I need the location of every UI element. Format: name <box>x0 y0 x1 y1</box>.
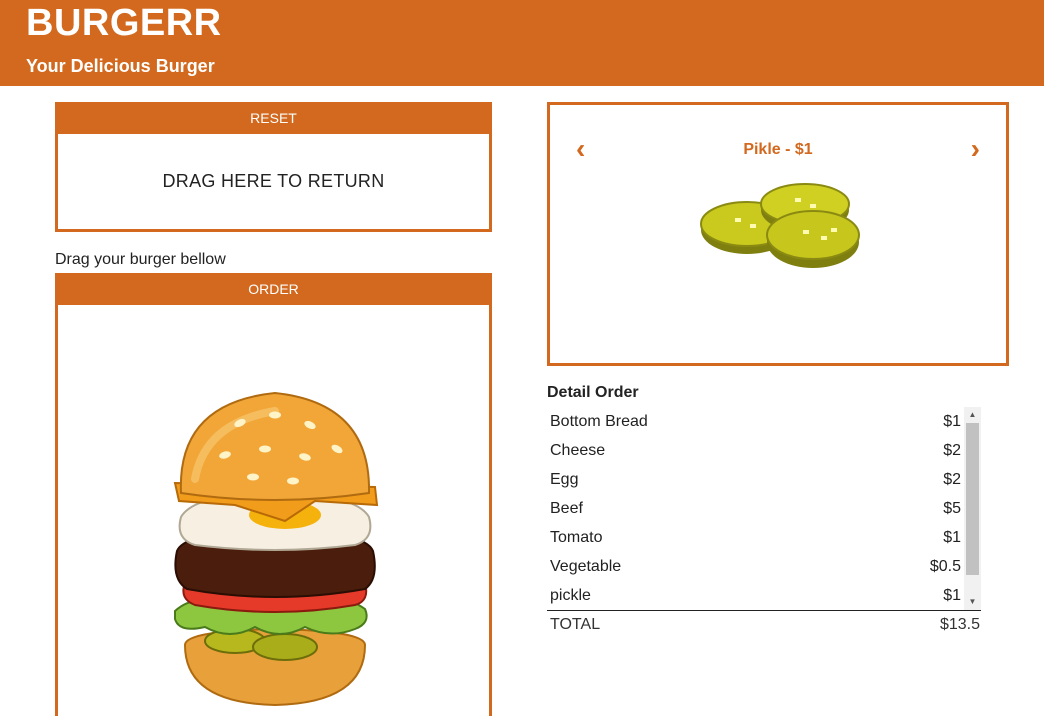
return-drop-zone[interactable]: DRAG HERE TO RETURN <box>58 134 489 229</box>
order-panel: ORDER <box>55 273 492 716</box>
reset-panel: RESET DRAG HERE TO RETURN <box>55 102 492 232</box>
order-item-row: Beef $5 <box>547 494 963 523</box>
order-item-price: $1 <box>943 413 961 430</box>
order-drop-zone[interactable] <box>58 305 489 716</box>
order-item-row: Cheese $2 <box>547 436 963 465</box>
order-item-name: pickle <box>550 587 591 604</box>
ingredient-carousel: ‹ Pikle - $1 › <box>547 102 1009 366</box>
order-item-name: Beef <box>550 500 583 517</box>
detail-scrollbar[interactable]: ▲ ▼ <box>964 407 981 610</box>
scroll-up-icon[interactable]: ▲ <box>964 407 981 423</box>
app-header: BURGERR Your Delicious Burger <box>0 0 1044 86</box>
total-row: TOTAL $13.5 <box>547 616 980 634</box>
scrollbar-thumb[interactable] <box>966 423 979 575</box>
order-item-row: Egg $2 <box>547 465 963 494</box>
order-item-row: Tomato $1 <box>547 523 963 552</box>
pickle-ingredient-image[interactable] <box>695 180 863 275</box>
detail-order-rows: Bottom Bread $1 Cheese $2 Egg $2 Beef $5… <box>547 407 963 610</box>
order-item-price: $2 <box>943 442 961 459</box>
scroll-down-icon[interactable]: ▼ <box>964 594 981 610</box>
order-item-row: Vegetable $0.5 <box>547 552 963 581</box>
order-item-price: $2 <box>943 471 961 488</box>
chevron-right-icon[interactable]: › <box>971 135 980 163</box>
total-label: TOTAL <box>550 616 601 633</box>
order-item-price: $1 <box>943 587 961 604</box>
detail-order-title: Detail Order <box>547 384 639 401</box>
order-item-price: $0.5 <box>929 558 961 575</box>
order-item-price: $1 <box>943 529 961 546</box>
total-value: $13.5 <box>939 616 980 633</box>
burger-stack-image[interactable] <box>165 383 385 713</box>
order-item-name: Vegetable <box>550 558 622 575</box>
order-item-name: Cheese <box>550 442 606 459</box>
ingredient-label: Pikle - $1 <box>743 141 813 158</box>
order-item-name: Tomato <box>550 529 603 546</box>
order-item-price: $5 <box>943 500 961 517</box>
order-item-row: pickle $1 <box>547 581 963 610</box>
app-subtitle: Your Delicious Burger <box>26 56 215 76</box>
app-title: BURGERR <box>26 2 222 44</box>
order-button[interactable]: ORDER <box>55 273 492 305</box>
order-item-name: Egg <box>550 471 579 488</box>
order-hint: Drag your burger bellow <box>55 251 226 268</box>
detail-order-list[interactable]: Bottom Bread $1 Cheese $2 Egg $2 Beef $5… <box>547 407 981 611</box>
order-item-row: Bottom Bread $1 <box>547 407 963 436</box>
reset-button[interactable]: RESET <box>55 102 492 134</box>
order-item-name: Bottom Bread <box>550 413 648 430</box>
